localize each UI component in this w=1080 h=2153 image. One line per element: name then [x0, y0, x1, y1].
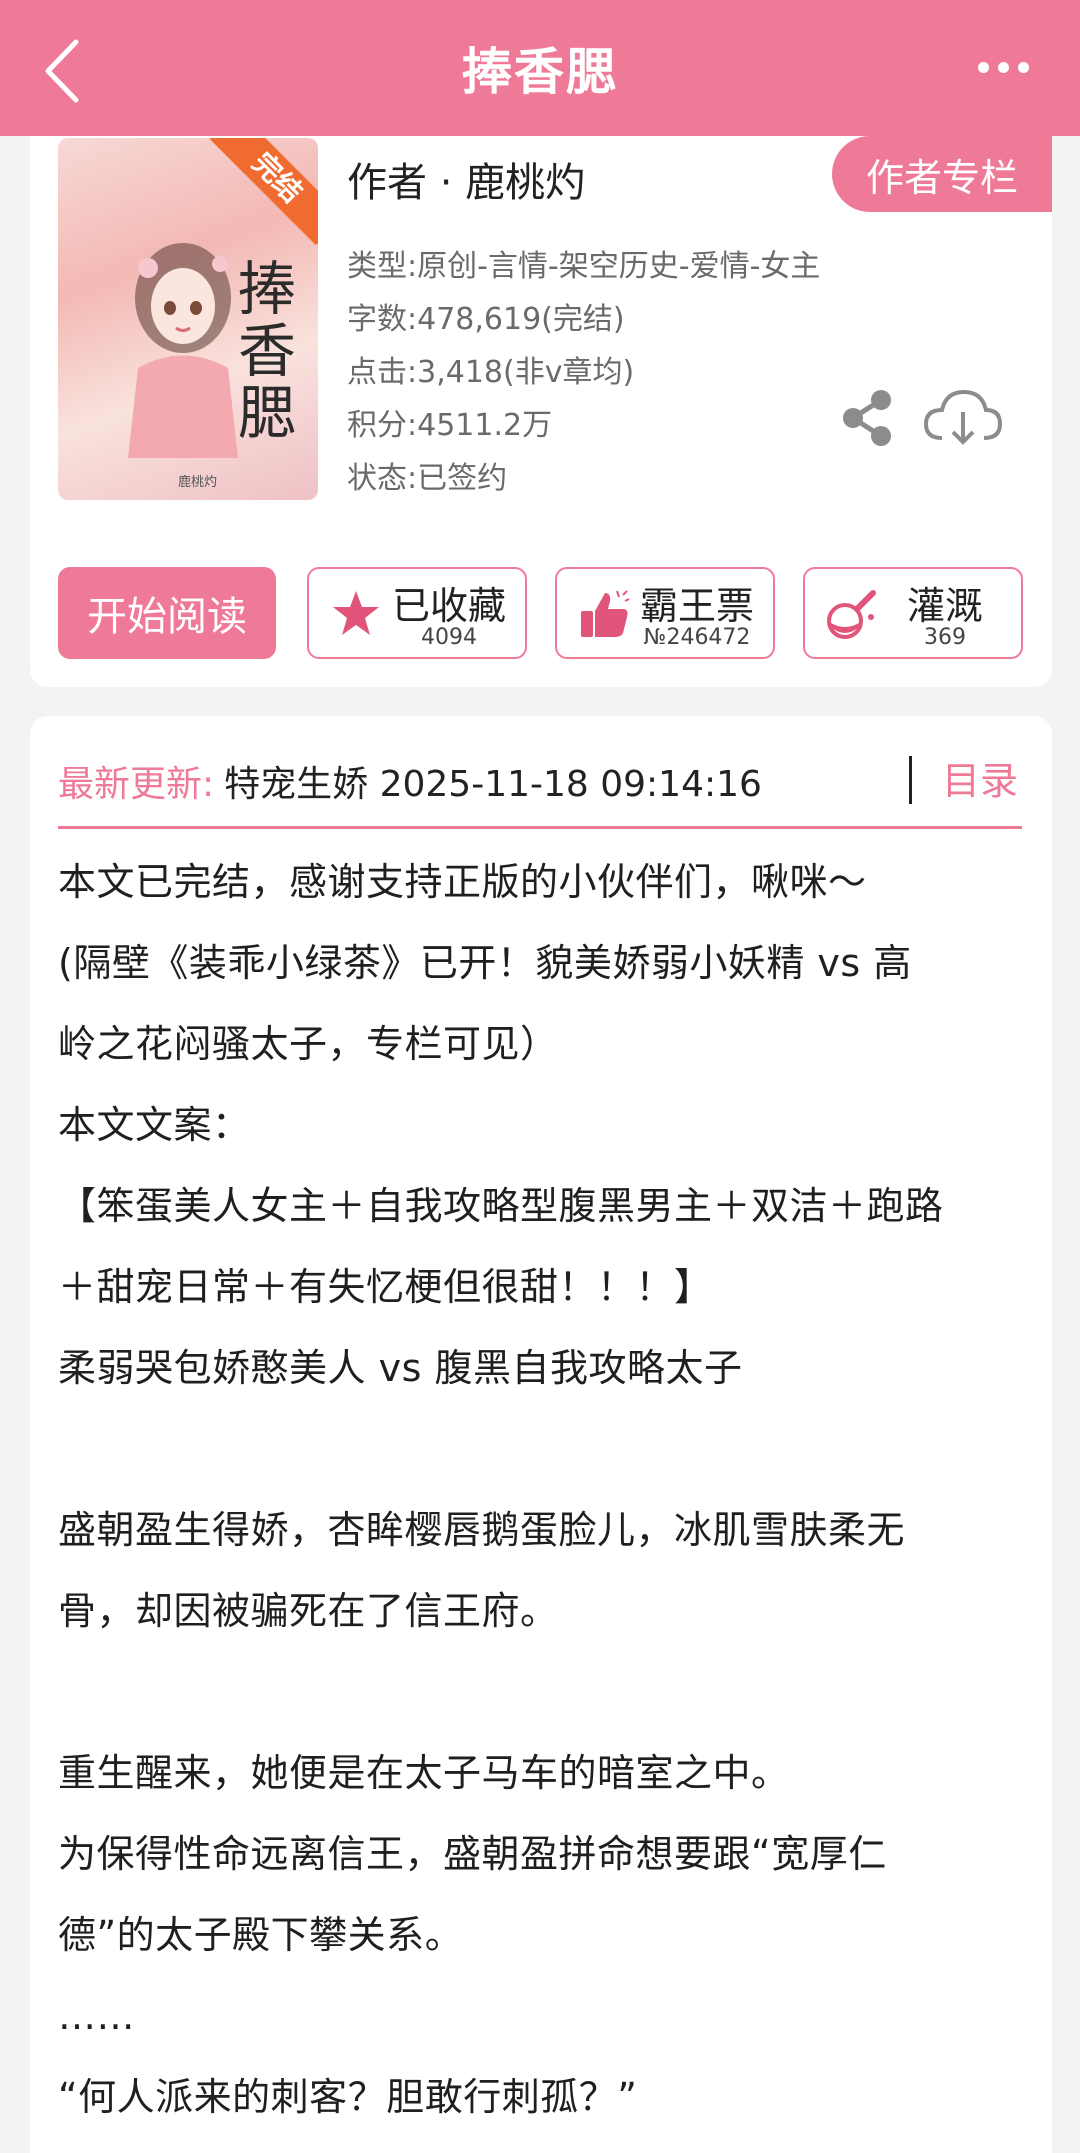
share-icon[interactable]: [835, 386, 899, 450]
table-of-contents-link[interactable]: 目录: [942, 746, 1018, 816]
download-icon[interactable]: [920, 386, 1006, 450]
irrigate-button[interactable]: 灌溉 369: [803, 567, 1023, 659]
synopsis-line: ……: [58, 1994, 135, 2038]
start-reading-button[interactable]: 开始阅读: [58, 567, 276, 659]
synopsis-line: 盛朝盈生得娇，杏眸樱唇鹅蛋脸儿，冰肌雪肤柔无: [58, 1508, 906, 1552]
latest-update-text[interactable]: 特宠生娇 2025-11-18 09:14:16: [224, 755, 762, 807]
synopsis-line: 为保得性命远离信王，盛朝盈拼命想要跟“宽厚仁: [58, 1832, 887, 1876]
latest-update-label: 最新更新:: [58, 764, 215, 805]
bawang-label: 霸王票: [639, 584, 754, 628]
top-bar: 捧香腮: [0, 0, 1080, 136]
separator: [909, 756, 912, 804]
favorite-button[interactable]: 已收藏 4094: [307, 567, 527, 659]
bawang-count: №246472: [643, 625, 751, 650]
synopsis-line: 德”的太子殿下攀关系。: [58, 1913, 464, 1957]
thumbs-up-icon: [581, 590, 630, 637]
synopsis-line: 【笨蛋美人女主＋自我攻略型腹黑男主＋双洁＋跑路: [58, 1184, 944, 1228]
synopsis-line: (隔壁《装乖小绿茶》已开！貌美娇弱小妖精 vs 高: [58, 941, 912, 985]
synopsis-line: 骨，却因被骗死在了信王府。: [58, 1589, 559, 1633]
bawang-ticket-button[interactable]: 霸王票 №246472: [555, 567, 775, 659]
star-icon: [333, 591, 379, 635]
author-column-button[interactable]: 作者专栏: [832, 136, 1052, 212]
synopsis-line: 重生醒来，她便是在太子马车的暗室之中。: [58, 1751, 790, 1795]
synopsis-line: ＋甜宠日常＋有失忆梗但很甜！！！】: [58, 1265, 713, 1309]
more-options-icon[interactable]: [978, 52, 1038, 82]
favorite-label: 已收藏: [391, 584, 506, 628]
synopsis-line: 本文已完结，感谢支持正版的小伙伴们，啾咪～: [58, 860, 867, 904]
synopsis-line: 柔弱哭包娇憨美人 vs 腹黑自我攻略太子: [58, 1346, 743, 1390]
page-title: 捧香腮: [462, 43, 618, 101]
author-name[interactable]: 作者 · 鹿桃灼: [347, 150, 585, 208]
meta-words: 字数:478,619(完结): [347, 302, 625, 337]
cover-calligraphy: 捧香腮: [228, 258, 296, 444]
meta-clicks: 点击:3,418(非v章均): [347, 355, 635, 390]
irrigate-label: 灌溉: [906, 584, 983, 628]
synopsis-blank-line: [58, 1652, 1022, 1733]
synopsis-line: 本文文案：: [58, 1103, 251, 1147]
synopsis-blank-line: [58, 1409, 1022, 1490]
meta-type: 类型:原创-言情-架空历史-爱情-女主: [347, 249, 821, 284]
meta-status: 状态:已签约: [347, 461, 508, 496]
synopsis-card: 最新更新: 特宠生娇 2025-11-18 09:14:16 目录 本文已完结，…: [30, 716, 1052, 2153]
back-arrow-icon[interactable]: [40, 36, 90, 106]
meta-score: 积分:4511.2万: [347, 408, 553, 443]
book-info-card: 捧香腮 完结 鹿桃灼 作者 · 鹿桃灼 作者专栏 类型:原创-言情-架空历史-爱…: [30, 136, 1052, 687]
cover-signature: 鹿桃灼: [178, 475, 218, 490]
synopsis-text: 本文已完结，感谢支持正版的小伙伴们，啾咪～ (隔壁《装乖小绿茶》已开！貌美娇弱小…: [58, 842, 1022, 2138]
book-cover[interactable]: 捧香腮 完结 鹿桃灼: [58, 138, 318, 500]
irrigate-count: 369: [924, 625, 966, 650]
nutrient-bottle-icon: [827, 590, 876, 639]
synopsis-line: 岭之花闷骚太子，专栏可见）: [58, 1022, 559, 1066]
synopsis-line: “何人派来的刺客？胆敢行刺孤？”: [58, 2075, 638, 2119]
latest-update-row[interactable]: 最新更新: 特宠生娇 2025-11-18 09:14:16 目录: [58, 746, 1022, 816]
favorite-count: 4094: [421, 625, 477, 650]
divider-line: [58, 826, 1022, 829]
